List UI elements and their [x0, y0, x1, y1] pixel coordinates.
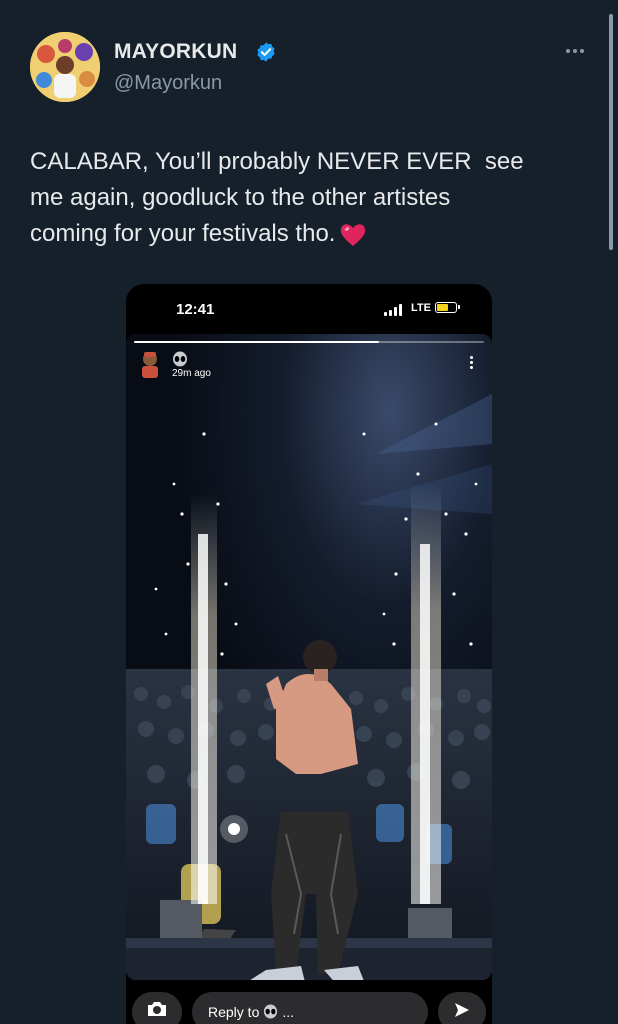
reply-input[interactable]: Reply to ... — [192, 992, 428, 1024]
avatar-illustration — [30, 32, 100, 102]
network-type: LTE — [411, 302, 431, 314]
reply-ellipsis: ... — [282, 1004, 295, 1020]
author-avatar[interactable] — [30, 32, 100, 102]
story-user-avatar[interactable] — [138, 350, 162, 378]
heart-emoji-icon — [341, 223, 366, 246]
tweet-text-line: me again, goodluck to the other artistes — [30, 184, 451, 211]
camera-icon — [148, 1002, 166, 1016]
story-progress-bar — [134, 341, 484, 343]
concert-photo — [126, 334, 492, 980]
tweet-text-line: coming for your festivals tho. — [30, 216, 590, 252]
send-button[interactable] — [438, 992, 486, 1024]
author-handle[interactable]: @Mayorkun — [114, 72, 222, 95]
verified-badge-icon — [257, 42, 275, 62]
tweet-text-segment: coming for your festivals tho. — [30, 220, 336, 247]
embedded-media-image[interactable]: 12:41 LTE 29m ago Reply to ... — [126, 284, 492, 1024]
camera-button[interactable] — [132, 992, 182, 1024]
page-scrollbar[interactable] — [609, 14, 613, 250]
send-icon — [455, 1003, 469, 1017]
signal-strength-icon — [384, 304, 402, 316]
alien-icon — [173, 351, 187, 367]
author-name[interactable]: MAYORKUN — [114, 40, 237, 64]
status-bar-time: 12:41 — [176, 301, 215, 318]
battery-icon — [435, 302, 460, 313]
story-photo: 29m ago — [126, 334, 492, 980]
story-menu-icon[interactable] — [470, 356, 473, 369]
story-timestamp: 29m ago — [172, 368, 211, 379]
tweet-text-line: CALABAR, You’ll probably NEVER EVER see — [30, 148, 524, 175]
alien-icon — [264, 1004, 278, 1019]
reply-placeholder: Reply to — [208, 1004, 260, 1020]
more-options-icon[interactable] — [560, 38, 590, 64]
tweet-text: CALABAR, You’ll probably NEVER EVER see … — [30, 144, 590, 252]
